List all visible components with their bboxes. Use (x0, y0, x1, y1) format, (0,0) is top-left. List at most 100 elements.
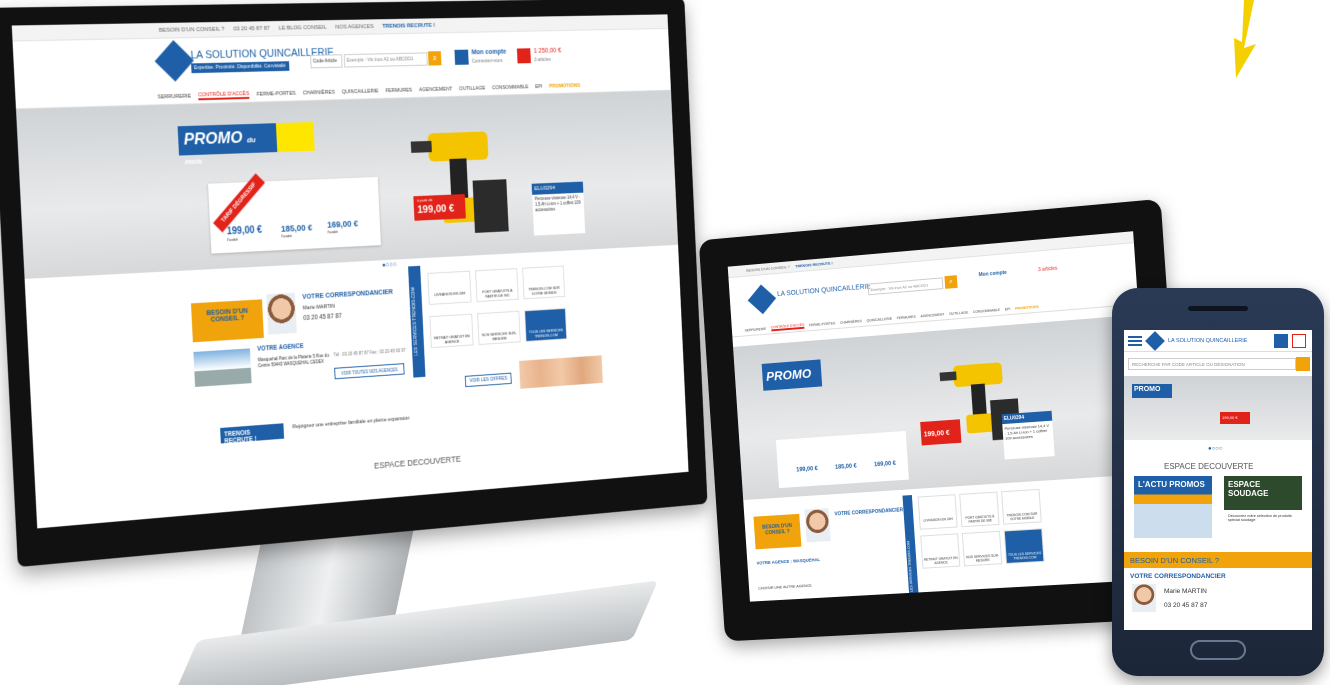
t-nav-ferme-portes[interactable]: FERME-PORTES (809, 321, 836, 327)
phone-carousel-dots[interactable]: ●○○○ (1208, 446, 1223, 452)
phone-corr-phone: 03 20 45 87 87 (1164, 602, 1207, 609)
t-nav-agencement[interactable]: AGENCEMENT (920, 312, 944, 318)
nav-controle-acces[interactable]: CONTRÔLE D'ACCÈS (198, 91, 249, 100)
search-button[interactable]: ⌕ (428, 51, 442, 65)
nav-consommable[interactable]: CONSOMMABLE (492, 84, 529, 91)
t-nav-promotions[interactable]: PROMOTIONS (1015, 304, 1039, 310)
topbar-blog-link[interactable]: LE BLOG CONSEIL (279, 24, 327, 31)
device-mockup-stage: BESOIN D'UN CONSEIL ? 03 20 45 87 87 LE … (0, 0, 1330, 685)
all-agencies-button[interactable]: VOIR TOUTES NOS AGENCES (334, 363, 404, 379)
service-retrait[interactable]: RETRAIT GRATUIT EN AGENCE (429, 314, 473, 349)
t-topbar-recrute[interactable]: TRENOIS RECRUTE ! (795, 260, 833, 268)
t-nav-controle-acces[interactable]: CONTRÔLE D'ACCÈS (771, 322, 805, 330)
t-nav-serrurerie[interactable]: SERRURERIE (745, 326, 767, 332)
cart-count[interactable]: 3 articles (534, 57, 551, 63)
t-service-retrait[interactable]: RETRAIT GRATUIT EN AGENCE (920, 533, 960, 568)
img2-text: ESPACE SOUDAGE (1228, 480, 1302, 498)
service-sur-mesure[interactable]: NOS SERVICES SUR-MESURE (477, 311, 521, 345)
service-mobile[interactable]: TRENOIS.COM SUR VOTRE MOBILE (522, 266, 565, 300)
tablet-search-input[interactable]: Exemple : Vis inox A2 ou ABCDD1 (868, 277, 944, 295)
team-photo (519, 355, 603, 388)
tablet-logo[interactable] (748, 284, 776, 314)
t-service-sur-mesure[interactable]: NOS SERVICES SUR-MESURE (962, 531, 1002, 567)
tablet-conseil-box: BESOIN D'UN CONSEIL ? (753, 514, 801, 549)
topbar-recrute-link[interactable]: TRENOIS RECRUTE ! (382, 23, 435, 30)
topbar-conseil-link[interactable]: BESOIN D'UN CONSEIL ? (159, 26, 225, 33)
nav-charnieres[interactable]: CHARNIÈRES (303, 89, 335, 96)
phone-espace-decouverte: ESPACE DECOUVERTE (1164, 462, 1254, 471)
nav-quincaillerie[interactable]: QUINCAILLERIE (342, 88, 379, 95)
recrute-title[interactable]: TRENOIS RECRUTE ! (220, 423, 284, 443)
logo-slogan: Expertise. Proximité. Disponibilité. Con… (191, 61, 289, 73)
nav-promotions[interactable]: PROMOTIONS (549, 83, 580, 89)
trenois-logo[interactable] (155, 40, 194, 81)
arrow-icon (1226, 0, 1266, 80)
tablet-account-title[interactable]: Mon compte (979, 270, 1008, 278)
phone-actu-promos-card[interactable]: L'ACTU PROMOS (1134, 476, 1212, 538)
nav-fermures[interactable]: FERMURES (385, 87, 412, 93)
phone-cart-icon[interactable] (1292, 334, 1306, 348)
phone-conseil-bar: BESOIN D'UN CONSEIL ? (1124, 552, 1312, 568)
phone-avatar (1132, 584, 1156, 612)
tablet-search-button[interactable]: ⌕ (944, 275, 957, 289)
services-band: LES SERVICES TRENOIS.COM (408, 266, 425, 378)
carousel-dots[interactable]: ●○○○ (382, 261, 397, 268)
offres-button[interactable]: VOIR LES OFFRES (465, 373, 512, 387)
menu-icon[interactable] (1128, 336, 1142, 346)
t-nav-outillage[interactable]: OUTILLAGE (949, 310, 968, 315)
hero-banner[interactable]: PROMO du mois TARIF DÉGRESSIF 199,00 € l'… (16, 91, 678, 279)
tablet-agence-title: VOTRE AGENCE : WASQUEHAL (756, 553, 895, 566)
tablet-hero[interactable]: PROMO 199,00 € 185,00 € 169,00 € 199,00 … (733, 315, 1150, 500)
t-service-port[interactable]: PORT GRATUITS À PARTIR DE 90€ (959, 492, 999, 528)
price-1: 199,00 € (227, 225, 263, 237)
t-nav-fermures[interactable]: FERMURES (897, 314, 916, 319)
t-service-mobile[interactable]: TRENOIS.COM SUR VOTRE MOBILE (1001, 489, 1042, 525)
cart-icon[interactable] (517, 48, 531, 63)
nav-outillage[interactable]: OUTILLAGE (459, 85, 485, 91)
search-input[interactable]: Exemple : Vis inox A2 ou ABCDD1 (344, 52, 428, 67)
search-icon: ⌕ (949, 278, 953, 285)
tablet-avatar (804, 508, 830, 542)
t-nav-consommable[interactable]: CONSOMMABLE (973, 307, 1000, 313)
phone-soudage-card[interactable]: ESPACE SOUDAGE Découvrez notre sélection … (1224, 476, 1302, 538)
nav-serrurerie[interactable]: SERRURERIE (157, 93, 191, 100)
t-nav-charnieres[interactable]: CHARNIÈRES (840, 319, 862, 325)
search-icon: ⌕ (432, 53, 437, 63)
tablet-cart-sub[interactable]: 3 articles (1038, 266, 1058, 274)
tablet-screen: BESOIN D'UN CONSEIL ? TRENOIS RECRUTE ! … (728, 231, 1157, 601)
phone-device: LA SOLUTION QUINCAILLERIE RECHERCHE PAR … (1112, 288, 1324, 676)
nav-epi[interactable]: EPI (535, 84, 543, 90)
price-tier-2: 185,00 € l'unité (281, 223, 313, 239)
topbar-agences-link[interactable]: NOS AGENCES (335, 24, 374, 30)
service-all[interactable]: TOUS LES SERVICES TRENOIS.COM (524, 308, 567, 342)
service-livraison[interactable]: LIVRAISON EN 24H (427, 271, 471, 305)
account-sub[interactable]: Connectez-vous (472, 58, 503, 64)
phone-account-icon[interactable] (1274, 334, 1288, 348)
tablet-logo-text: LA SOLUTION QUINCAILLERIE (777, 283, 871, 298)
t-service-livraison[interactable]: LIVRAISON EN 24H (918, 494, 958, 530)
nav-ferme-portes[interactable]: FERME-PORTES (256, 90, 295, 97)
t-nav-quincaillerie[interactable]: QUINCAILLERIE (866, 316, 892, 322)
phone-corr-title: VOTRE CORRESPONDANCIER (1130, 573, 1226, 580)
model-desc: Perceuse visseuse 14,4 V - 1,5 Ah Li-ion… (535, 195, 584, 214)
phone-search-input[interactable]: RECHERCHE PAR CODE ARTICLE OU DÉSIGNATIO… (1128, 358, 1296, 370)
img1-text: L'ACTU PROMOS (1138, 480, 1205, 489)
t-nav-epi[interactable]: EPI (1005, 307, 1011, 311)
t-topbar-conseil[interactable]: BESOIN D'UN CONSEIL ? (746, 264, 790, 273)
cart-total[interactable]: 1 250,00 € (534, 48, 562, 55)
corr-phone: 03 20 45 87 87 (303, 313, 342, 322)
phone-home-button[interactable] (1190, 640, 1246, 660)
tablet-choisir-agence[interactable]: CHOISIR UNE AUTRE AGENCE (758, 583, 812, 591)
price-tag-value: 199,00 € (417, 203, 454, 216)
t-service-all[interactable]: TOUS LES SERVICES TRENOIS.COM (1004, 528, 1045, 564)
nav-agencement[interactable]: AGENCEMENT (419, 86, 453, 93)
tablet-promo-title: PROMO (762, 359, 823, 390)
account-title[interactable]: Mon compte (471, 49, 506, 56)
corr-name: Marie MARTIN (303, 304, 335, 312)
search-code-select[interactable]: Code Article (310, 54, 342, 68)
phone-search-button[interactable] (1296, 357, 1310, 371)
account-icon[interactable] (454, 50, 468, 65)
t-model-desc: Perceuse visseuse 14,4 V - 1,5 Ah Li-ion… (1004, 423, 1049, 441)
service-port[interactable]: PORT GRATUITS À PARTIR DE 90€ (475, 268, 519, 302)
phone-promo-title: PROMO (1132, 384, 1172, 398)
